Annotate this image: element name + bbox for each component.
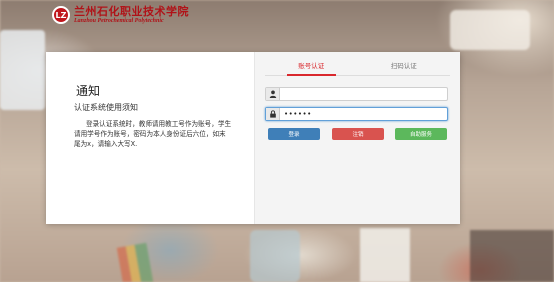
auth-panel: 通知 认证系统使用须知 登录认证系统时，教师请用教工号作为账号，学生请用学号作为…: [46, 52, 460, 224]
background-cup: [250, 230, 300, 282]
notice-subtitle: 认证系统使用须知: [74, 103, 138, 112]
brand-header: LZ 兰州石化职业技术学院 Lanzhou Petrochemical Poly…: [52, 6, 189, 24]
brand-name-cn: 兰州石化职业技术学院: [74, 5, 189, 18]
background-keyboard: [0, 30, 45, 110]
notice-title: 通知: [76, 84, 101, 98]
user-icon: [266, 88, 280, 100]
notice-section: 通知 认证系统使用须知 登录认证系统时，教师请用教工号作为账号，学生请用学号作为…: [46, 52, 246, 224]
password-field[interactable]: ••••••: [265, 107, 448, 121]
background-pencils: [116, 242, 154, 282]
background-card: [360, 228, 410, 282]
background-notebook: [450, 10, 530, 50]
tab-account-auth[interactable]: 账号认证: [265, 60, 358, 76]
login-button[interactable]: 登录: [268, 128, 320, 140]
notice-body: 登录认证系统时，教师请用教工号作为账号，学生请用学号作为账号，密码为本人身份证后…: [74, 120, 232, 148]
logout-button[interactable]: 注销: [332, 128, 384, 140]
password-input[interactable]: ••••••: [280, 110, 312, 118]
school-logo-icon: LZ: [52, 6, 70, 24]
tab-qrcode-auth[interactable]: 扫码认证: [358, 60, 451, 75]
brand-name-en: Lanzhou Petrochemical Polytechnic: [74, 18, 164, 24]
auth-tabs: 账号认证 扫码认证: [265, 60, 450, 76]
background-tablet: [470, 230, 554, 282]
self-service-button[interactable]: 自助服务: [395, 128, 447, 140]
lock-icon: [266, 108, 280, 120]
username-field[interactable]: [265, 87, 448, 101]
login-section: 账号认证 扫码认证 •••••• 登录 注销 自助服务: [254, 52, 460, 224]
